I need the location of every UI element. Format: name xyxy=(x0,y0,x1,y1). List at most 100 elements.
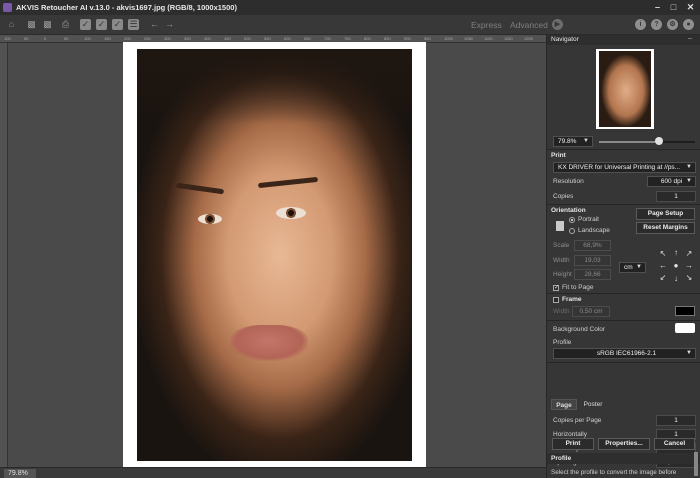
properties-button[interactable]: Properties... xyxy=(598,438,650,450)
fit-to-page-checkbox[interactable]: ✓ xyxy=(553,285,559,291)
chevron-down-icon: ▼ xyxy=(583,138,589,144)
frame-width-field[interactable]: 0,50 cm xyxy=(572,306,610,317)
tab-poster[interactable]: Poster xyxy=(579,399,607,410)
minimize-icon[interactable]: – xyxy=(652,2,663,13)
align-top-right-icon[interactable]: ↗ xyxy=(685,250,693,258)
unit-value: cm xyxy=(624,264,633,271)
zoom-slider-thumb[interactable] xyxy=(654,137,663,145)
page-setup-button[interactable]: Page Setup xyxy=(636,208,695,220)
width-field[interactable]: 19,03 xyxy=(574,255,611,266)
background-color-swatch[interactable] xyxy=(675,323,695,333)
mode-express-button[interactable]: Express xyxy=(471,20,502,30)
mode-advanced-button[interactable]: Advanced xyxy=(510,20,548,30)
help-scrollbar[interactable] xyxy=(694,452,698,476)
profile-value: sRGB IEC61966-2.1 xyxy=(596,350,657,357)
divider xyxy=(547,293,700,294)
copies-per-page-label: Copies per Page xyxy=(553,417,602,424)
chevron-down-icon: ▼ xyxy=(686,178,692,184)
align-center-icon[interactable]: ● xyxy=(672,262,680,270)
portrait-radio[interactable] xyxy=(569,217,575,223)
frame-label: Frame xyxy=(562,296,582,303)
print-title: Print xyxy=(551,152,566,159)
home-icon[interactable]: ⌂ xyxy=(6,19,17,30)
print-icon[interactable]: ⎙ xyxy=(60,19,71,30)
apply-icon[interactable]: ✓ xyxy=(96,19,107,30)
run-icon[interactable]: ▶ xyxy=(552,19,563,30)
align-bottom-left-icon[interactable]: ↙ xyxy=(659,274,667,282)
ruler-tick-label: 750 xyxy=(344,36,351,41)
status-zoom[interactable]: 79.8% xyxy=(4,469,36,478)
retouch-icon[interactable]: ✓ xyxy=(80,19,91,30)
ruler-tick-label: 1000 xyxy=(444,36,453,41)
cancel-button[interactable]: Cancel xyxy=(654,438,695,450)
profile-select[interactable]: sRGB IEC61966-2.1 ▼ xyxy=(553,348,696,359)
scale-field[interactable]: 68,9% xyxy=(574,240,611,251)
photo-hair xyxy=(137,49,412,124)
frame-checkbox[interactable] xyxy=(553,297,559,303)
maximize-icon[interactable]: □ xyxy=(668,2,679,13)
fit-to-page-label: Fit to Page xyxy=(562,284,594,291)
frame-width-label: Width xyxy=(553,308,570,315)
divider xyxy=(547,204,700,205)
ruler-left xyxy=(0,43,8,467)
divider xyxy=(547,362,700,363)
print-button[interactable]: Print xyxy=(552,438,594,450)
navigator-title: Navigator xyxy=(551,36,579,43)
ruler-tick-label: 650 xyxy=(304,36,311,41)
printer-select-value: KX DRIVER for Universal Printing at //ps… xyxy=(558,164,681,171)
copies-label: Copies xyxy=(553,193,574,200)
landscape-radio[interactable] xyxy=(569,228,575,234)
help-icon[interactable]: ? xyxy=(651,19,662,30)
orientation-label: Orientation xyxy=(551,207,586,214)
unit-select[interactable]: cm ▼ xyxy=(619,262,646,273)
save-file-icon[interactable]: ▩ xyxy=(42,19,53,30)
gear-icon[interactable]: ⚙ xyxy=(667,19,678,30)
copies-field[interactable]: 1 xyxy=(656,191,696,202)
align-top-icon[interactable]: ↑ xyxy=(672,249,680,257)
settings-tool-icon[interactable]: ☰ xyxy=(128,19,139,30)
divider xyxy=(547,320,700,321)
batch-icon[interactable]: ✓ xyxy=(112,19,123,30)
frame-color-swatch[interactable] xyxy=(675,306,695,316)
height-field[interactable]: 28,66 xyxy=(574,269,611,280)
info-icon[interactable]: i xyxy=(635,19,646,30)
printer-select[interactable]: KX DRIVER for Universal Printing at //ps… xyxy=(553,162,696,173)
copies-per-page-field[interactable]: 1 xyxy=(656,415,696,426)
collapse-icon[interactable]: – xyxy=(688,35,692,42)
reset-margins-button[interactable]: Reset Margins xyxy=(636,222,695,234)
ruler-tick-label: 1100 xyxy=(484,36,493,41)
ruler-tick-label: 550 xyxy=(264,36,271,41)
notifications-icon[interactable]: ● xyxy=(683,19,694,30)
ruler-tick-label: 0 xyxy=(44,36,47,41)
profile-label: Profile xyxy=(553,339,572,346)
width-label: Width xyxy=(553,257,570,264)
close-icon[interactable]: ✕ xyxy=(685,2,696,13)
resolution-select[interactable]: 600 dpi ▼ xyxy=(647,176,696,187)
ruler-tick-label: 900 xyxy=(404,36,411,41)
align-right-icon[interactable]: → xyxy=(685,262,693,270)
tab-page[interactable]: Page xyxy=(551,399,577,410)
ruler-tick-label: 850 xyxy=(384,36,391,41)
horizontally-label: Horizontally xyxy=(553,431,587,438)
open-file-icon[interactable]: ▩ xyxy=(26,19,37,30)
photo-right-eye xyxy=(276,207,306,219)
navigator-preview xyxy=(599,51,651,127)
photo-left-eye xyxy=(198,214,222,224)
align-bottom-icon[interactable]: ↓ xyxy=(672,275,680,283)
align-bottom-right-icon[interactable]: ↘ xyxy=(685,274,693,282)
align-left-icon[interactable]: ← xyxy=(659,262,667,270)
undo-icon[interactable]: ← xyxy=(149,19,160,30)
page-orientation-icon xyxy=(556,221,564,231)
chevron-down-icon: ▼ xyxy=(686,350,692,356)
zoom-select[interactable]: 79.8% ▼ xyxy=(553,136,593,147)
ruler-tick-label: 100 xyxy=(84,36,91,41)
ruler-tick-label: 500 xyxy=(244,36,251,41)
ruler-tick-label: 150 xyxy=(104,36,111,41)
redo-icon[interactable]: → xyxy=(164,19,175,30)
align-top-left-icon[interactable]: ↖ xyxy=(659,250,667,258)
ruler-tick-label: 350 xyxy=(184,36,191,41)
chevron-down-icon: ▼ xyxy=(686,164,692,170)
scale-label: Scale xyxy=(553,242,570,249)
ruler-tick-label: 250 xyxy=(144,36,151,41)
help-text: Select the profile to convert the image … xyxy=(551,469,677,476)
